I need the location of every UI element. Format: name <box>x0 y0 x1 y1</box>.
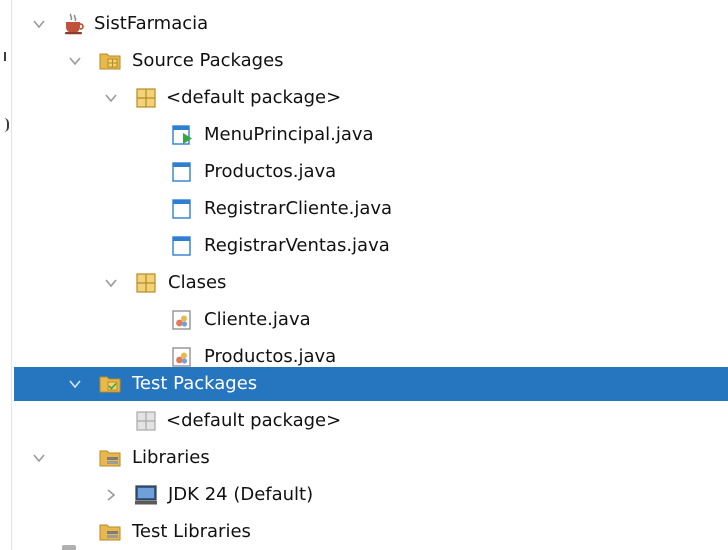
tree-node-project[interactable]: SistFarmacia <box>14 7 728 41</box>
tree-node-file[interactable]: RegistrarCliente.java <box>14 192 728 226</box>
chevron-down-icon[interactable] <box>66 52 84 70</box>
tree-node-label: RegistrarCliente.java <box>204 198 393 219</box>
package-icon <box>134 86 158 110</box>
java-class-file-icon <box>170 308 194 332</box>
chevron-down-icon[interactable] <box>30 15 48 33</box>
tree-node-jdk[interactable]: JDK 24 (Default) <box>14 478 728 512</box>
library-folder-icon <box>98 446 122 470</box>
package-icon <box>134 271 158 295</box>
tree-node-label: <default package> <box>166 410 342 431</box>
tree-node-label: Cliente.java <box>204 309 311 330</box>
chevron-down-icon[interactable] <box>102 89 120 107</box>
tree-node-file[interactable]: MenuPrincipal.java <box>14 118 728 152</box>
chevron-down-icon[interactable] <box>66 375 84 393</box>
source-folder-icon <box>98 49 122 73</box>
tree-node-test-default-package[interactable]: <default package> <box>14 404 728 438</box>
library-folder-icon <box>98 520 122 544</box>
gutter-mark <box>4 118 9 132</box>
tree-node-clases-package[interactable]: Clases <box>14 266 728 300</box>
coffee-cup-project-icon <box>62 12 86 36</box>
tree-node-label: Productos.java <box>204 346 337 367</box>
tree-node-file[interactable]: RegistrarVentas.java <box>14 229 728 263</box>
tree-node-libraries[interactable]: Libraries <box>14 441 728 475</box>
tree-node-label: Source Packages <box>132 50 284 71</box>
test-folder-icon <box>98 372 122 396</box>
tree-node-test-packages[interactable]: Test Packages <box>14 367 728 401</box>
tree-node-label: RegistrarVentas.java <box>204 235 390 256</box>
tree-node-file[interactable]: Cliente.java <box>14 303 728 337</box>
tree-node-test-libraries[interactable]: Test Libraries <box>14 515 728 549</box>
tree-node-label: MenuPrincipal.java <box>204 124 374 145</box>
left-gutter <box>0 0 12 550</box>
tree-node-label: Libraries <box>132 447 210 468</box>
tree-node-label: <default package> <box>166 87 342 108</box>
runnable-form-file-icon <box>170 123 194 147</box>
java-class-file-icon <box>170 345 194 369</box>
tree-node-label: Test Packages <box>132 373 258 394</box>
tree-node-label: Clases <box>168 272 227 293</box>
jdk-platform-icon <box>134 483 158 507</box>
tree-node-label: JDK 24 (Default) <box>168 484 314 505</box>
tree-node-label: Test Libraries <box>132 521 251 542</box>
tree-node-file[interactable]: Productos.java <box>14 155 728 189</box>
tree-node-default-package[interactable]: <default package> <box>14 81 728 115</box>
chevron-down-icon[interactable] <box>30 449 48 467</box>
tree-node-label: Productos.java <box>204 161 337 182</box>
tree-node-label: SistFarmacia <box>94 13 209 34</box>
chevron-down-icon[interactable] <box>102 274 120 292</box>
chevron-right-icon[interactable] <box>102 486 120 504</box>
empty-package-icon <box>134 409 158 433</box>
tree-node-source-packages[interactable]: Source Packages <box>14 44 728 78</box>
form-file-icon <box>170 234 194 258</box>
form-file-icon <box>170 197 194 221</box>
form-file-icon <box>170 160 194 184</box>
gutter-mark <box>4 52 6 61</box>
truncated-node-icon <box>62 545 76 550</box>
